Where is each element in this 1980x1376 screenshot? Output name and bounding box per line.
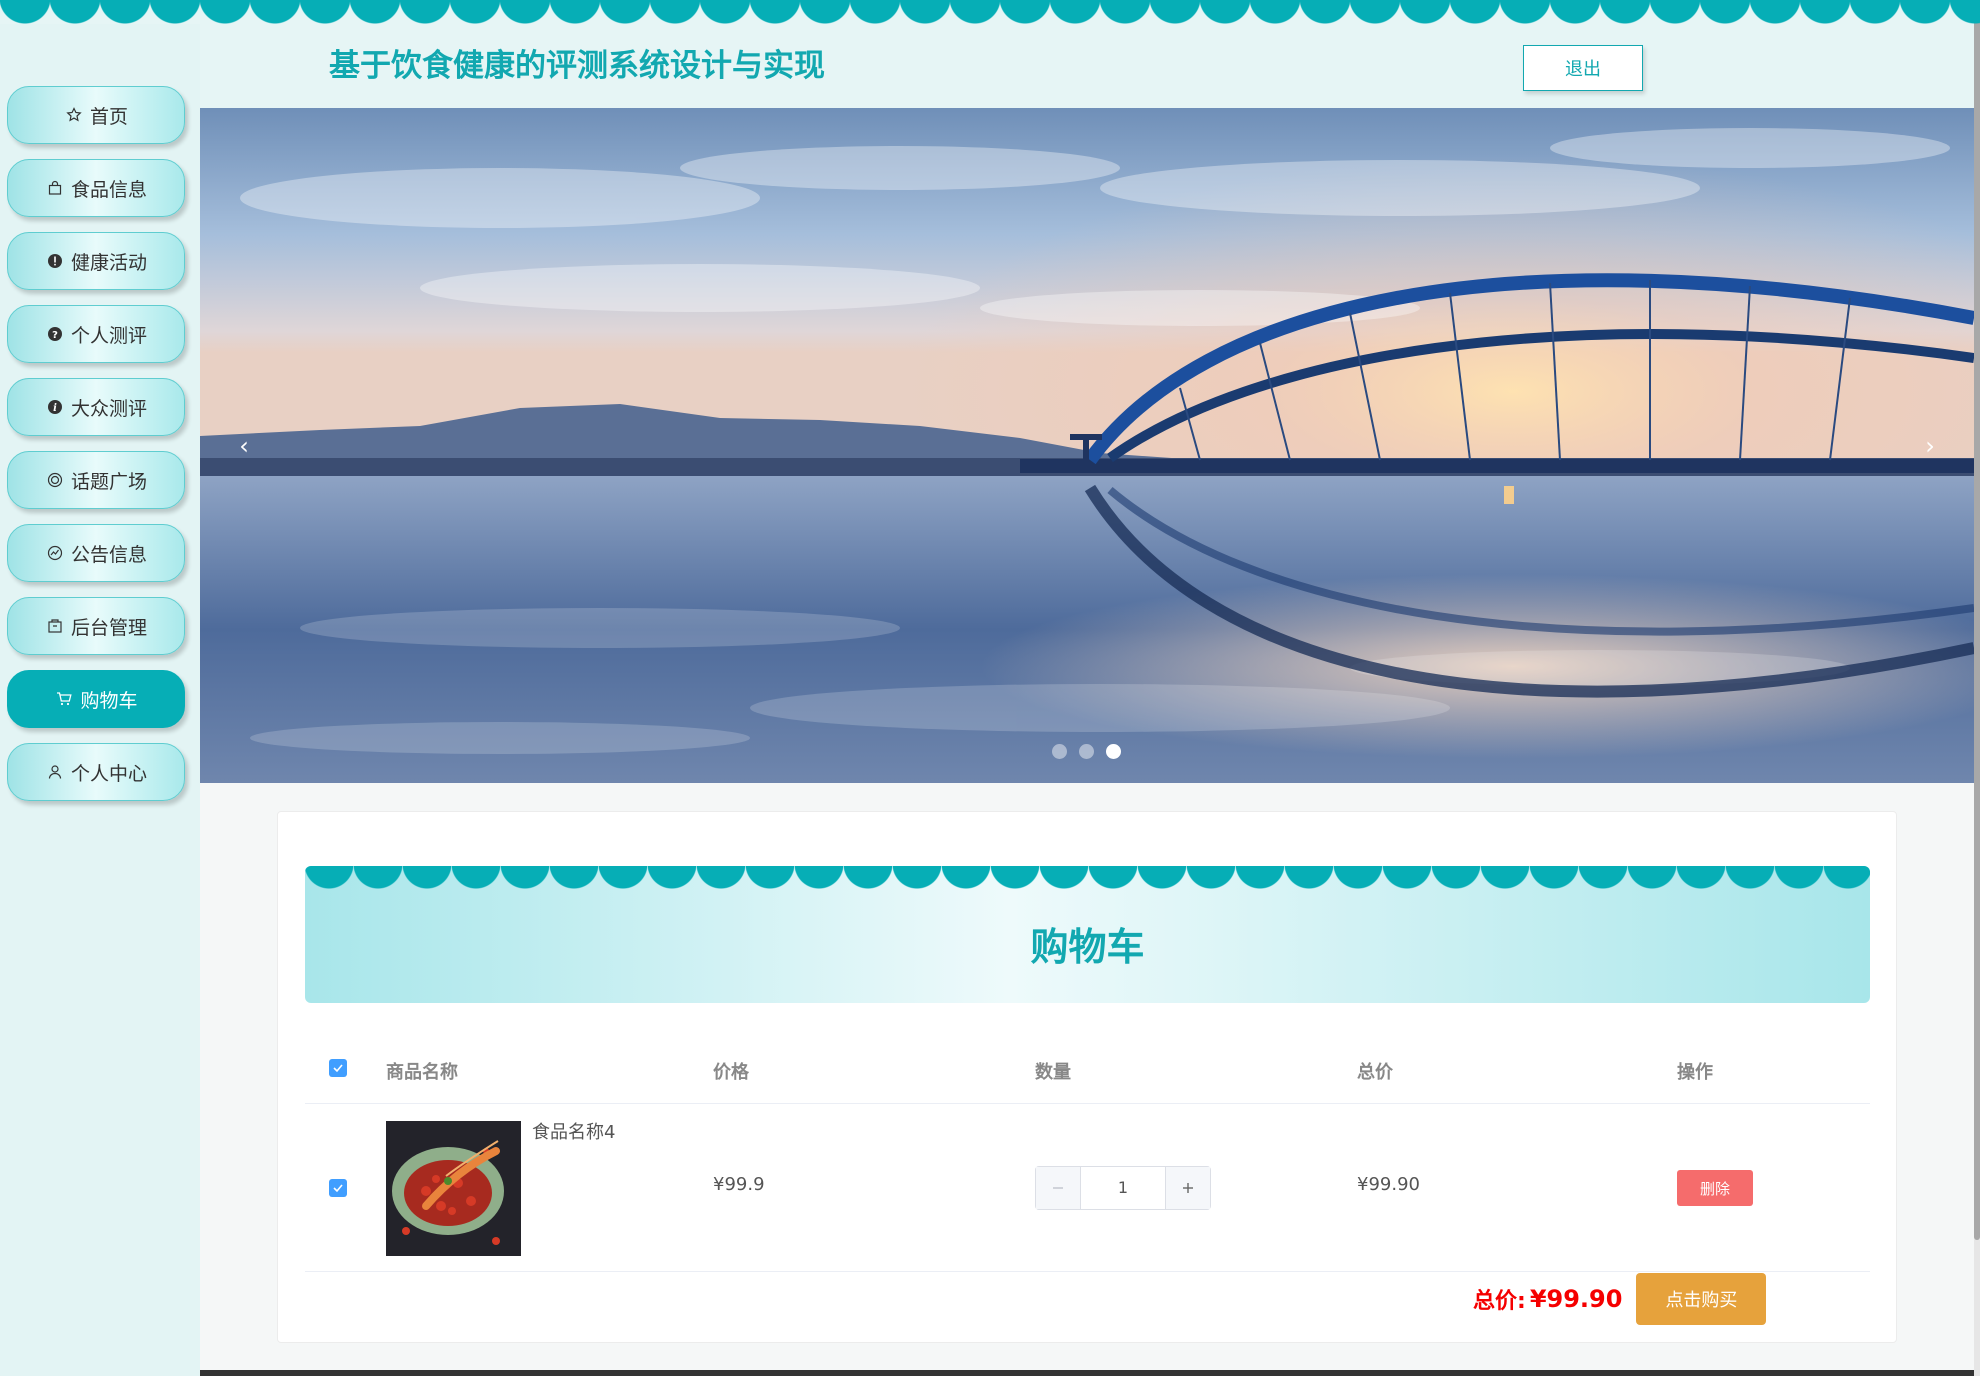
question-circle-icon: ? <box>45 324 65 344</box>
check-icon <box>333 1184 343 1193</box>
header: 基于饮食健康的评测系统设计与实现 退出 <box>200 24 1974 108</box>
carousel-next-button[interactable]: › <box>1910 426 1950 466</box>
column-header-total: 总价 <box>1357 1062 1393 1083</box>
product-name[interactable]: 食品名称4 <box>532 1118 615 1144</box>
sidebar-item-food-info[interactable]: 食品信息 <box>7 159 185 217</box>
sidebar-item-label: 首页 <box>89 105 128 128</box>
check-icon <box>333 1064 343 1073</box>
sidebar-item-label: 食品信息 <box>70 178 147 201</box>
box-icon <box>45 616 65 636</box>
sidebar-item-label: 健康活动 <box>70 251 147 274</box>
sidebar-item-topic-square[interactable]: 话题广场 <box>7 451 185 509</box>
minus-icon <box>1053 1187 1063 1189</box>
sidebar-item-public-eval[interactable]: i 大众测评 <box>7 378 185 436</box>
sidebar: 首页 食品信息 健康活动 ? 个人测评 i 大众测评 话题广场 公告信息 后台管… <box>0 24 200 1376</box>
column-header-name: 商品名称 <box>386 1062 458 1083</box>
sidebar-item-label: 购物车 <box>80 689 138 712</box>
logout-button[interactable]: 退出 <box>1523 45 1643 91</box>
cart-card: 购物车 商品名称 价格 数量 总价 操作 食品名称4 ¥99.9 1 ¥99.9… <box>277 811 1897 1343</box>
target-icon <box>45 470 65 490</box>
top-scallop-border <box>0 0 1980 24</box>
scrollbar-thumb[interactable] <box>1974 0 1980 1240</box>
carousel-dot[interactable] <box>1079 744 1094 759</box>
footer-bar <box>200 1370 1974 1376</box>
svg-text:?: ? <box>52 330 58 341</box>
banner-carousel: ‹ › <box>200 108 1974 783</box>
carousel-indicators <box>1052 744 1121 759</box>
quantity-stepper: 1 <box>1035 1166 1211 1210</box>
svg-text:i: i <box>53 403 57 414</box>
column-header-action: 操作 <box>1677 1062 1713 1083</box>
row-subtotal: ¥99.90 <box>1357 1174 1420 1195</box>
sidebar-item-personal-eval[interactable]: ? 个人测评 <box>7 305 185 363</box>
column-header-quantity: 数量 <box>1035 1062 1071 1083</box>
sidebar-item-label: 后台管理 <box>70 616 147 639</box>
cart-table-header: 商品名称 价格 数量 总价 操作 <box>305 1034 1870 1104</box>
column-header-price: 价格 <box>713 1062 749 1083</box>
sidebar-item-admin[interactable]: 后台管理 <box>7 597 185 655</box>
carousel-dot[interactable] <box>1052 744 1067 759</box>
sidebar-item-label: 个人测评 <box>70 324 147 347</box>
banner-scallop <box>305 866 1870 890</box>
cart-title-banner: 购物车 <box>305 866 1870 1003</box>
sidebar-item-announcements[interactable]: 公告信息 <box>7 524 185 582</box>
product-image[interactable] <box>386 1121 521 1256</box>
sidebar-item-label: 个人中心 <box>70 762 147 785</box>
increase-button[interactable] <box>1165 1167 1210 1209</box>
row-checkbox[interactable] <box>329 1179 347 1197</box>
sidebar-item-label: 话题广场 <box>70 470 147 493</box>
sidebar-item-health-activity[interactable]: 健康活动 <box>7 232 185 290</box>
warning-circle-icon <box>45 251 65 271</box>
star-icon <box>64 105 84 125</box>
carousel-prev-button[interactable]: ‹ <box>224 426 264 466</box>
sidebar-item-cart[interactable]: 购物车 <box>7 670 185 728</box>
quantity-input[interactable]: 1 <box>1081 1167 1165 1209</box>
table-row: 食品名称4 ¥99.9 1 ¥99.90 删除 <box>305 1104 1870 1272</box>
cart-icon <box>54 689 74 709</box>
sidebar-item-label: 公告信息 <box>70 543 147 566</box>
total-value: ¥99.90 <box>1529 1285 1623 1313</box>
product-price: ¥99.9 <box>713 1174 765 1195</box>
decrease-button[interactable] <box>1036 1167 1081 1209</box>
page-scrollbar[interactable] <box>1974 0 1980 1376</box>
total-label: 总价: <box>1473 1289 1526 1314</box>
shopping-bag-icon <box>45 178 65 198</box>
sidebar-item-home[interactable]: 首页 <box>7 86 185 144</box>
cart-title: 购物车 <box>1030 925 1145 969</box>
buy-button[interactable]: 点击购买 <box>1636 1273 1767 1325</box>
food-photo <box>386 1121 521 1256</box>
page-title: 基于饮食健康的评测系统设计与实现 <box>329 48 825 84</box>
cart-footer: 总价: ¥99.90 点击购买 <box>1473 1273 1767 1325</box>
delete-button[interactable]: 删除 <box>1677 1170 1753 1206</box>
banner-image <box>200 108 1974 783</box>
chart-circle-icon <box>45 543 65 563</box>
plus-icon <box>1183 1183 1193 1193</box>
info-circle-icon: i <box>45 397 65 417</box>
sidebar-item-profile[interactable]: 个人中心 <box>7 743 185 801</box>
user-icon <box>45 762 65 782</box>
carousel-dot-active[interactable] <box>1106 744 1121 759</box>
select-all-checkbox[interactable] <box>329 1059 347 1077</box>
sidebar-item-label: 大众测评 <box>70 397 147 420</box>
